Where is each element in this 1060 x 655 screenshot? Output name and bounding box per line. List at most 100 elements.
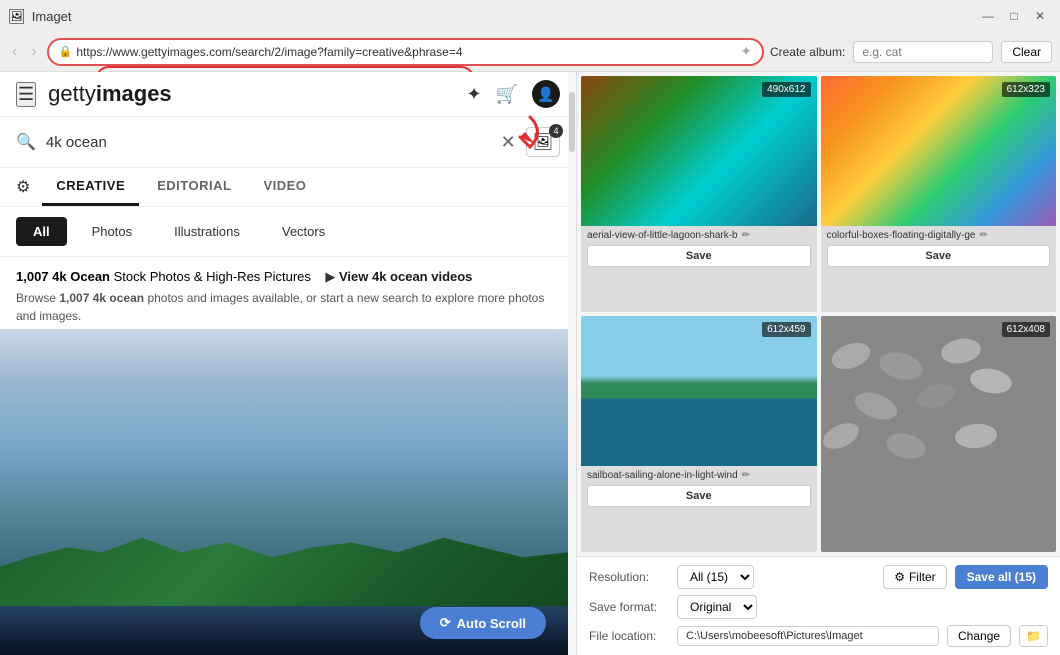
tab-video[interactable]: VIDEO [249,168,320,206]
maximize-button[interactable]: □ [1002,7,1026,25]
filter-button[interactable]: ⚙ Filter [883,565,946,589]
getty-logo: gettyimages [48,81,172,107]
ssl-icon: 🔒 [59,45,73,58]
filter-icon: ⚙ [894,570,905,584]
change-button[interactable]: Change [947,625,1011,647]
save-sailboat-button[interactable]: Save [587,485,811,507]
logo-images: images [96,81,172,106]
hamburger-menu[interactable]: ☰ [16,82,36,107]
sparkle-button[interactable]: ✦ [466,84,481,105]
image-aerial [581,76,817,226]
scrollbar[interactable] [568,72,576,655]
titlebar: 🖼 Imaget — □ ✕ [0,0,1060,32]
resolution-label: Resolution: [589,570,669,584]
left-panel: ☰ gettyimages ✦ 🛒 👤 🔍 ✕ 🖼 4 [0,72,577,655]
image-card-colorful[interactable]: 612x323 colorful-boxes-floating-digitall… [821,76,1057,312]
results-header: 1,007 4k Ocean Stock Photos & High-Res P… [0,257,576,329]
tab-creative[interactable]: CREATIVE [42,168,139,206]
auto-scroll-label: Auto Scroll [457,616,526,631]
address-bar-wrapper: 🔒 ✦ [47,38,764,66]
back-button[interactable]: ‹ [8,41,21,63]
browser-right: Create album: Clear [770,41,1052,63]
resolution-row: Resolution: All (15) ⚙ Filter Save all (… [589,565,1048,589]
app-icon: 🖼 [8,8,26,25]
app-title: Imaget [32,9,72,24]
search-bar: 🔍 ✕ 🖼 4 [0,117,576,168]
image-dim-fish: 612x408 [1002,322,1050,337]
edit-icon-2: ✏ [979,230,987,241]
folder-button[interactable]: 📁 [1019,625,1048,647]
auto-scroll-button[interactable]: ⟳ Auto Scroll [420,607,546,639]
address-input[interactable] [76,45,740,59]
image-dim-sailboat: 612x459 [762,322,810,337]
image-fish [821,316,1057,466]
results-count-line: 1,007 4k Ocean Stock Photos & High-Res P… [16,269,560,285]
image-search-button[interactable]: 🖼 4 [526,127,560,157]
image-card-aerial[interactable]: 490x612 aerial-view-of-little-lagoon-sha… [581,76,817,312]
results-type: Stock Photos & High-Res Pictures [114,269,311,284]
user-button[interactable]: 👤 [532,80,560,108]
image-card-fish[interactable]: 612x408 huge-catch-of-herring-fish-on-th… [821,316,1057,552]
create-album-label: Create album: [770,45,845,59]
filter-adjust-icon[interactable]: ⚙ [16,177,30,197]
image-grid: 490x612 aerial-view-of-little-lagoon-sha… [577,72,1060,556]
location-input[interactable] [677,626,939,646]
close-button[interactable]: ✕ [1028,7,1052,25]
titlebar-controls: — □ ✕ [976,7,1052,25]
location-label: File location: [589,629,669,643]
search-input[interactable] [46,134,491,151]
format-row: Save format: Original [589,595,1048,619]
edit-icon-3: ✏ [742,470,750,481]
image-search-badge: 4 [549,124,563,138]
image-sailboat [581,316,817,466]
format-label: Save format: [589,600,669,614]
view-videos-link[interactable]: View 4k ocean videos [339,269,472,284]
results-count: 1,007 4k Ocean Stock Photos & High-Res P… [16,269,315,284]
results-subject: 4k Ocean [52,269,110,284]
save-all-button[interactable]: Save all (15) [955,565,1048,589]
auto-scroll-icon: ⟳ [440,615,451,631]
edit-icon: ✏ [742,230,750,241]
right-panel: 490x612 aerial-view-of-little-lagoon-sha… [577,72,1060,655]
resolution-select[interactable]: All (15) [677,565,754,589]
video-icon: ▶ [325,269,335,284]
filter-label: Filter [909,570,936,584]
minimize-button[interactable]: — [976,7,1000,25]
filter-tabs: ⚙ CREATIVE EDITORIAL VIDEO [0,168,576,207]
fish-pattern [821,316,1057,552]
pill-photos[interactable]: Photos [75,217,149,246]
create-album-input[interactable] [853,41,993,63]
pill-illustrations[interactable]: Illustrations [157,217,257,246]
header-icons: ✦ 🛒 👤 [466,80,560,108]
forward-button[interactable]: › [27,41,40,63]
image-dim-aerial: 490x612 [762,82,810,97]
category-pills: All Photos Illustrations Vectors [0,207,576,257]
pill-all[interactable]: All [16,217,67,246]
image-dim-colorful: 612x323 [1002,82,1050,97]
tab-editorial[interactable]: EDITORIAL [143,168,245,206]
getty-header: ☰ gettyimages ✦ 🛒 👤 [0,72,576,117]
preview-image-container: ⟳ Auto Scroll [0,329,576,655]
bookmark-icon: ✦ [740,43,752,60]
pill-vectors[interactable]: Vectors [265,217,342,246]
image-card-sailboat[interactable]: 612x459 sailboat-sailing-alone-in-light-… [581,316,817,552]
scroll-thumb[interactable] [569,92,575,152]
results-description: Browse 1,007 4k ocean photos and images … [16,289,560,325]
image-name-colorful: colorful-boxes-floating-digitally-ge ✏ [821,226,1057,243]
bottom-controls: Resolution: All (15) ⚙ Filter Save all (… [577,556,1060,655]
image-name-sailboat: sailboat-sailing-alone-in-light-wind ✏ [581,466,817,483]
browser-toolbar: ‹ › 🔒 ✦ Create album: Clear [0,32,1060,72]
image-name-aerial: aerial-view-of-little-lagoon-shark-b ✏ [581,226,817,243]
titlebar-left: 🖼 Imaget [8,8,72,25]
format-select[interactable]: Original [677,595,757,619]
search-icon: 🔍 [16,132,36,152]
save-aerial-button[interactable]: Save [587,245,811,267]
search-clear-button[interactable]: ✕ [501,132,516,153]
logo-getty: getty [48,81,96,106]
location-row: File location: Change 📁 [589,625,1048,647]
save-colorful-button[interactable]: Save [827,245,1051,267]
clear-button[interactable]: Clear [1001,41,1052,63]
image-colorful [821,76,1057,226]
cart-button[interactable]: 🛒 [496,84,518,105]
main-layout: ☰ gettyimages ✦ 🛒 👤 🔍 ✕ 🖼 4 [0,72,1060,655]
